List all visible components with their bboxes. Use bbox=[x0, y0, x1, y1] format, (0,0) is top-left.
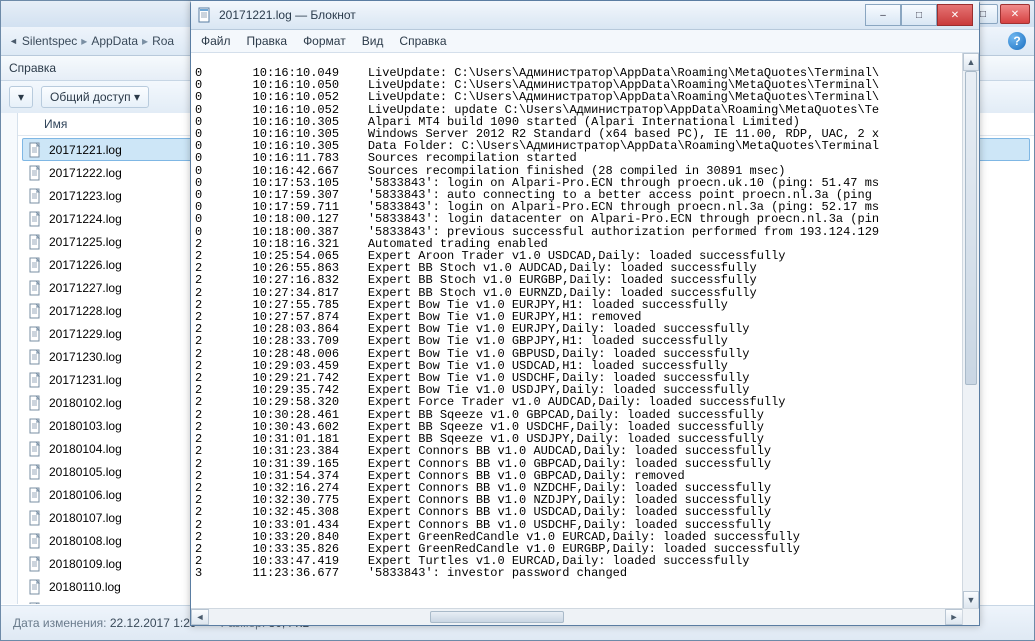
file-name: 20171226.log bbox=[49, 258, 122, 272]
file-name: 20171231.log bbox=[49, 373, 122, 387]
file-name: 20180108.log bbox=[49, 534, 122, 548]
scroll-corner bbox=[962, 608, 979, 625]
file-icon bbox=[27, 349, 43, 365]
file-name: 20171228.log bbox=[49, 304, 122, 318]
file-name: 20171223.log bbox=[49, 189, 122, 203]
minimize-button[interactable]: – bbox=[865, 4, 901, 26]
log-text[interactable]: 0 10:16:10.049 LiveUpdate: C:\Users\Адми… bbox=[191, 65, 963, 597]
chevron-left-icon: ◄ bbox=[9, 36, 18, 46]
file-icon bbox=[27, 441, 43, 457]
breadcrumb[interactable]: Silentspec▸ AppData▸ Roa bbox=[22, 34, 174, 48]
file-icon bbox=[27, 372, 43, 388]
file-icon bbox=[27, 510, 43, 526]
share-button[interactable]: Общий доступ ▾ bbox=[41, 86, 149, 108]
notepad-window-buttons: – □ ✕ bbox=[865, 4, 973, 26]
file-icon bbox=[27, 556, 43, 572]
file-name: 20180107.log bbox=[49, 511, 122, 525]
file-name: 20180110.log bbox=[49, 580, 121, 594]
vertical-scrollbar[interactable]: ▲ ▼ bbox=[962, 53, 979, 609]
scroll-right-button[interactable]: ► bbox=[945, 609, 963, 625]
file-name: 20171224.log bbox=[49, 212, 122, 226]
file-name: 20180105.log bbox=[49, 465, 122, 479]
file-icon bbox=[27, 165, 43, 181]
file-icon bbox=[27, 280, 43, 296]
file-icon bbox=[27, 395, 43, 411]
maximize-button[interactable]: □ bbox=[901, 4, 937, 26]
file-name: 20180109.log bbox=[49, 557, 122, 571]
close-button[interactable]: ✕ bbox=[937, 4, 973, 26]
breadcrumb-item[interactable]: AppData bbox=[91, 34, 138, 48]
notepad-icon bbox=[197, 7, 213, 23]
file-name: 20171225.log bbox=[49, 235, 122, 249]
file-icon bbox=[27, 257, 43, 273]
menu-edit[interactable]: Правка bbox=[247, 34, 288, 48]
scroll-thumb[interactable] bbox=[430, 611, 564, 623]
menu-view[interactable]: Вид bbox=[362, 34, 384, 48]
file-icon bbox=[27, 464, 43, 480]
file-name: 20171227.log bbox=[49, 281, 122, 295]
notepad-titlebar[interactable]: 20171221.log — Блокнот – □ ✕ bbox=[191, 1, 979, 30]
file-name: 20171221.log bbox=[49, 143, 122, 157]
scroll-up-button[interactable]: ▲ bbox=[963, 53, 979, 71]
file-icon bbox=[27, 533, 43, 549]
horizontal-scrollbar[interactable]: ◄ ► bbox=[191, 608, 963, 625]
notepad-title: 20171221.log — Блокнот bbox=[219, 8, 356, 22]
breadcrumb-item[interactable]: Silentspec bbox=[22, 34, 77, 48]
file-icon bbox=[27, 303, 43, 319]
menu-help[interactable]: Справка bbox=[9, 61, 56, 75]
file-icon bbox=[27, 487, 43, 503]
close-button[interactable]: ✕ bbox=[1000, 4, 1030, 24]
file-name: 20180102.log bbox=[49, 396, 122, 410]
file-icon bbox=[27, 326, 43, 342]
modified-label: Дата изменения: bbox=[13, 616, 107, 630]
nav-pane[interactable] bbox=[1, 113, 18, 604]
file-icon bbox=[27, 211, 43, 227]
menu-help[interactable]: Справка bbox=[399, 34, 446, 48]
file-icon bbox=[27, 602, 43, 605]
scroll-track[interactable] bbox=[209, 609, 945, 625]
modified-value: 22.12.2017 1:29 bbox=[110, 616, 197, 630]
scroll-down-button[interactable]: ▼ bbox=[963, 591, 979, 609]
file-icon bbox=[27, 234, 43, 250]
file-name: 20180104.log bbox=[49, 442, 122, 456]
scroll-track[interactable] bbox=[963, 71, 979, 591]
menu-file[interactable]: Файл bbox=[201, 34, 231, 48]
file-name: 20180103.log bbox=[49, 419, 122, 433]
notepad-menubar: Файл Правка Формат Вид Справка bbox=[191, 30, 979, 53]
scroll-thumb[interactable] bbox=[965, 71, 977, 385]
scroll-left-button[interactable]: ◄ bbox=[191, 609, 209, 625]
file-icon bbox=[27, 188, 43, 204]
file-icon bbox=[27, 579, 43, 595]
file-icon bbox=[27, 418, 43, 434]
organize-button[interactable]: ▾ bbox=[9, 86, 33, 108]
file-name: 20180106.log bbox=[49, 488, 122, 502]
file-icon bbox=[27, 142, 43, 158]
notepad-window: 20171221.log — Блокнот – □ ✕ Файл Правка… bbox=[190, 0, 980, 626]
file-name: 20180113.log bbox=[49, 603, 121, 605]
help-icon[interactable]: ? bbox=[1008, 32, 1026, 50]
breadcrumb-item[interactable]: Roa bbox=[152, 34, 174, 48]
file-name: 20171222.log bbox=[49, 166, 122, 180]
menu-format[interactable]: Формат bbox=[303, 34, 346, 48]
file-name: 20171229.log bbox=[49, 327, 122, 341]
file-name: 20171230.log bbox=[49, 350, 122, 364]
notepad-client: 0 10:16:10.049 LiveUpdate: C:\Users\Адми… bbox=[191, 53, 979, 625]
